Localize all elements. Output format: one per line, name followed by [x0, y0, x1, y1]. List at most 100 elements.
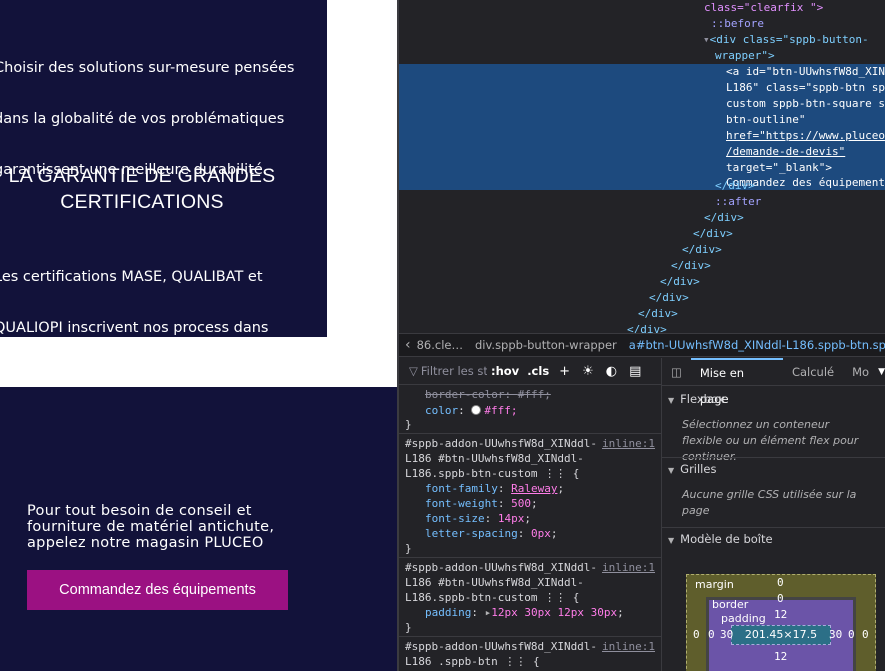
markup-line[interactable]: </div> — [399, 306, 885, 322]
markup-line[interactable]: ▾<div class="sppb-button- — [399, 32, 885, 48]
property-name: padding — [425, 606, 472, 619]
rule-source-link[interactable]: inline:1 — [602, 436, 655, 451]
markup-line[interactable]: ::after — [399, 194, 885, 210]
border-left-value[interactable]: 0 — [708, 628, 715, 641]
rule-source-link[interactable]: inline:1 — [602, 639, 655, 654]
property-value: 500 — [511, 497, 531, 510]
markup-line-selected[interactable]: /demande-de-devis" — [399, 144, 885, 160]
light-mode-icon[interactable]: ☀ — [576, 364, 600, 379]
rule-selector[interactable]: L186.sppb-btn-custom ⋮⋮ { — [405, 466, 579, 481]
box-content-size[interactable]: 201.45×17.5 — [731, 625, 831, 645]
declaration[interactable]: color: #fff; — [405, 403, 518, 418]
markup-text: btn-outline" — [726, 113, 806, 126]
expand-triangle-icon[interactable]: ▾ — [703, 33, 710, 46]
grid-icon[interactable]: ⋮⋮ — [544, 591, 566, 604]
rule-selector[interactable]: L186 .sppb-btn ⋮⋮ { — [405, 654, 540, 669]
rule-selector[interactable]: #sppb-addon-UUwhsfW8d_XINddl- — [405, 560, 597, 575]
print-media-icon[interactable]: ▤ — [623, 364, 647, 379]
rule-selector[interactable]: L186 #btn-UUwhsfW8d_XINddl- — [405, 575, 584, 590]
cert-line: Les certifications MASE, QUALIBAT et — [0, 269, 263, 285]
selector-text: L186 .sppb-btn — [405, 655, 498, 668]
selector-text: #sppb-addon-UUwhsfW8d_XINddl- — [405, 561, 598, 574]
markup-line[interactable]: </div> — [399, 210, 885, 226]
grid-section-header[interactable]: ▼ Grilles — [662, 462, 885, 476]
declaration[interactable]: padding: ▸12px 30px 12px 30px; — [405, 605, 624, 620]
selector-text: #sppb-addon-UUwhsfW8d_XINddl- — [405, 437, 598, 450]
contact-line: Pour tout besoin de conseil et — [27, 503, 252, 519]
markup-line[interactable]: </div> — [399, 178, 885, 194]
markup-text: </div> — [682, 243, 722, 256]
markup-text: <a id="btn-UUwhsfW8d_XINd — [726, 65, 885, 78]
grid-icon[interactable]: ⋮⋮ — [504, 655, 526, 668]
markup-line[interactable]: </div> — [399, 242, 885, 258]
selector-text: L186 #btn-UUwhsfW8d_XINddl- — [405, 452, 584, 465]
markup-line[interactable]: </div> — [399, 226, 885, 242]
markup-line[interactable]: ::before — [399, 16, 885, 32]
selector-text: L186.sppb-btn-custom — [405, 591, 538, 604]
chevron-left-icon[interactable]: ‹ — [399, 337, 411, 353]
breadcrumb: ‹ 86.cle… div.sppb-button-wrapper a#btn-… — [399, 333, 885, 357]
class-toggle[interactable]: .cls — [523, 364, 553, 378]
tab-layout[interactable]: Mise en page — [690, 357, 783, 406]
rule-selector[interactable]: #sppb-addon-UUwhsfW8d_XINddl- — [405, 436, 597, 451]
color-swatch-icon[interactable] — [471, 405, 482, 415]
padding-left-value[interactable]: 30 — [720, 628, 733, 641]
grid-icon[interactable]: ⋮⋮ — [544, 467, 566, 480]
declaration[interactable]: font-size: 14px; — [405, 511, 531, 526]
rule-selector[interactable]: L186.sppb-btn-custom ⋮⋮ { — [405, 590, 579, 605]
padding-bottom-value[interactable]: 12 — [774, 650, 787, 663]
contact-band: Pour tout besoin de conseil et fournitur… — [0, 387, 397, 671]
padding-top-value[interactable]: 12 — [774, 608, 787, 621]
heading-line: LA GARANTIE DE GRANDES — [8, 165, 276, 187]
padding-right-value[interactable]: 30 — [829, 628, 842, 641]
markup-text: </div> — [627, 323, 667, 333]
flexbox-section-header[interactable]: ▼ Flexbox — [662, 392, 885, 406]
sidebar-toggle-icon[interactable]: ◫ — [662, 358, 691, 386]
order-equipment-button[interactable]: Commandez des équipements — [27, 570, 288, 610]
property-value: #fff; — [517, 388, 551, 401]
selector-text: L186.sppb-btn-custom — [405, 467, 538, 480]
margin-top-value[interactable]: 0 — [777, 576, 784, 589]
declaration-overridden[interactable]: border-color: #fff; — [405, 387, 551, 402]
property-value: Raleway — [511, 482, 558, 495]
declaration[interactable]: font-family: Raleway; — [405, 481, 564, 496]
section-title: Modèle de boîte — [680, 532, 773, 546]
breadcrumb-item[interactable]: div.sppb-button-wrapper — [469, 338, 623, 352]
padding-label: padding — [721, 612, 766, 625]
markup-line-selected[interactable]: href="https://www.pluceo — [399, 128, 885, 144]
rule-divider — [399, 433, 661, 434]
markup-line[interactable]: </div> — [399, 322, 885, 333]
tab-more[interactable]: Mo — [843, 358, 878, 386]
declaration[interactable]: font-weight: 500; — [405, 496, 538, 511]
markup-line-selected[interactable]: L186" class="sppb-btn sp — [399, 80, 885, 96]
breadcrumb-item-current[interactable]: a#btn-UUwhsfW8d_XINddl-L186.sppb-btn.spp… — [623, 338, 885, 352]
declaration[interactable]: letter-spacing: 0px; — [405, 526, 557, 541]
rule-selector[interactable]: #sppb-addon-UUwhsfW8d_XINddl- — [405, 639, 597, 654]
tab-computed[interactable]: Calculé — [783, 358, 843, 386]
margin-left-value[interactable]: 0 — [693, 628, 700, 641]
markup-line-selected[interactable]: <a id="btn-UUwhsfW8d_XINd — [399, 64, 885, 80]
rule-selector[interactable]: L186 #btn-UUwhsfW8d_XINddl- — [405, 451, 584, 466]
markup-line[interactable]: wrapper"> — [399, 48, 885, 64]
add-rule-icon[interactable]: + — [553, 364, 576, 379]
markup-text: ::before — [711, 17, 764, 30]
border-right-value[interactable]: 0 — [848, 628, 855, 641]
margin-right-value[interactable]: 0 — [862, 628, 869, 641]
border-top-value[interactable]: 0 — [777, 592, 784, 605]
hover-state-toggle[interactable]: :hov — [487, 364, 523, 378]
rules-view: border-color: #fff; color: #fff; } #sppb… — [399, 386, 661, 671]
markup-line[interactable]: </div> — [399, 274, 885, 290]
dark-mode-icon[interactable]: ◐ — [600, 364, 623, 379]
rule-source-link[interactable]: inline:1 — [602, 560, 655, 575]
markup-line[interactable]: </div> — [399, 290, 885, 306]
chevron-down-icon[interactable]: ▼ — [878, 367, 885, 377]
border-label: border — [712, 598, 749, 611]
markup-line-selected[interactable]: custom sppb-btn-square sp — [399, 96, 885, 112]
boxmodel-section-header[interactable]: ▼ Modèle de boîte — [662, 532, 885, 546]
markup-line-selected[interactable]: btn-outline" — [399, 112, 885, 128]
markup-line[interactable]: class="clearfix "> — [399, 0, 885, 16]
markup-line[interactable]: </div> — [399, 258, 885, 274]
markup-line-selected[interactable]: target="_blank"> — [399, 160, 885, 176]
filter-styles-input[interactable]: ▽ Filtrer les st — [399, 364, 487, 378]
breadcrumb-item[interactable]: 86.cle… — [411, 338, 469, 352]
